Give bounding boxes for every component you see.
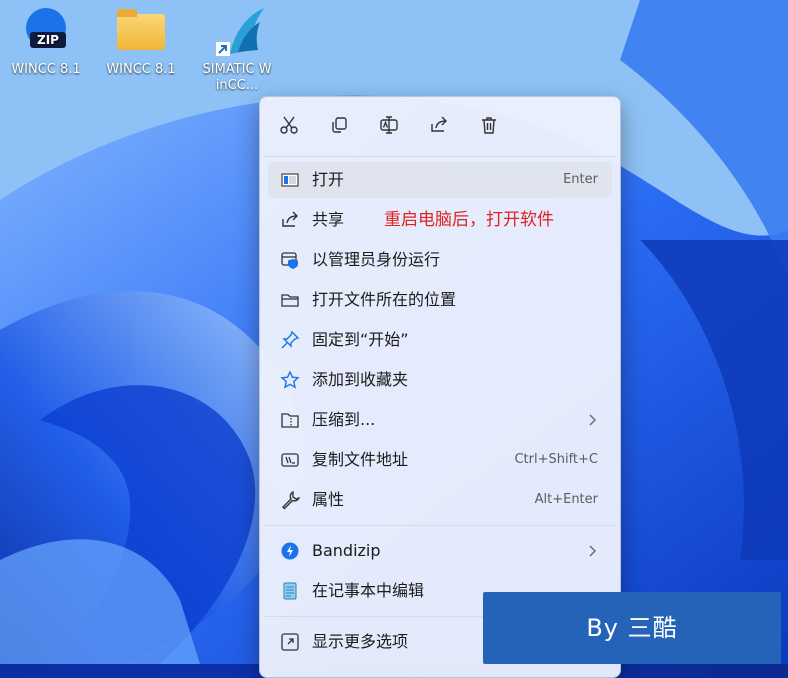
menu-item-label: 共享 (312, 210, 345, 229)
copy-button[interactable] (327, 113, 351, 137)
folder-icon (113, 6, 169, 58)
menu-item-bandizip[interactable]: Bandizip (268, 533, 612, 569)
star-icon (280, 370, 300, 390)
desktop-icon-label: SIMATIC WinCC... (202, 62, 272, 93)
menu-item-label: 以管理员身份运行 (312, 250, 441, 269)
chevron-right-icon (589, 414, 596, 426)
context-menu: 打开 Enter 共享 以管理员身份运行 打开文件所在的位置 固定到“开始” 添… (259, 96, 621, 678)
admin-shield-icon (280, 250, 300, 270)
delete-icon (482, 117, 496, 134)
menu-item-label: 压缩到... (312, 410, 376, 429)
red-annotation-text: 重启电脑后，打开软件 (384, 210, 554, 230)
menu-separator (264, 156, 616, 157)
menu-item-shortcut: Ctrl+Shift+C (514, 452, 598, 467)
menu-item-compress-to[interactable]: 压缩到... (268, 402, 612, 438)
menu-item-shortcut: Alt+Enter (534, 492, 598, 507)
menu-item-label: 显示更多选项 (312, 632, 409, 651)
open-icon (280, 170, 300, 190)
menu-item-properties[interactable]: 属性 Alt+Enter (268, 482, 612, 518)
watermark-banner: By 三酷 (483, 592, 781, 664)
folder-icon (280, 290, 300, 310)
menu-item-label: 复制文件地址 (312, 450, 409, 469)
menu-item-label: 在记事本中编辑 (312, 581, 425, 600)
menu-item-add-to-favorites[interactable]: 添加到收藏夹 (268, 362, 612, 398)
bandizip-icon (280, 541, 300, 561)
share-icon (431, 116, 447, 132)
share-icon (280, 210, 300, 230)
menu-item-label: 打开 (312, 170, 345, 189)
menu-item-label: 打开文件所在的位置 (312, 290, 457, 309)
share-button[interactable] (427, 113, 451, 137)
zip-folder-icon (280, 410, 300, 430)
menu-item-label: 属性 (312, 490, 345, 509)
menu-item-label: 固定到“开始” (312, 330, 409, 349)
desktop-icon-wincc-folder[interactable]: WINCC 8.1 (99, 6, 183, 78)
simatic-wincc-icon (210, 6, 266, 58)
desktop-icon-simatic-wincc[interactable]: SIMATIC WinCC... (196, 6, 280, 94)
wrench-icon (280, 490, 300, 510)
desktop-icon-wincc-zip[interactable]: ZIP WINCC 8.1 (4, 6, 88, 78)
menu-item-pin-to-start[interactable]: 固定到“开始” (268, 322, 612, 358)
menu-item-label: Bandizip (312, 541, 381, 560)
menu-separator (264, 525, 616, 526)
copy-path-icon (280, 450, 300, 470)
menu-item-label: 添加到收藏夹 (312, 370, 409, 389)
menu-item-copy-file-path[interactable]: 复制文件地址 Ctrl+Shift+C (268, 442, 612, 478)
menu-item-shortcut: Enter (563, 172, 598, 187)
copy-icon (332, 117, 347, 133)
desktop-icon-label: WINCC 8.1 (11, 62, 81, 77)
menu-item-open-file-location[interactable]: 打开文件所在的位置 (268, 282, 612, 318)
menu-item-open[interactable]: 打开 Enter (268, 162, 612, 198)
more-options-icon (280, 632, 300, 652)
zip-archive-icon: ZIP (18, 6, 74, 58)
chevron-right-icon (589, 545, 596, 557)
rename-button[interactable] (377, 113, 401, 137)
rename-icon (380, 116, 398, 134)
delete-button[interactable] (477, 113, 501, 137)
context-menu-toolbar (260, 97, 620, 155)
desktop-icon-label: WINCC 8.1 (106, 62, 176, 77)
pin-icon (280, 330, 300, 350)
cut-icon (280, 116, 298, 134)
cut-button[interactable] (277, 113, 301, 137)
notepad-icon (280, 581, 300, 601)
menu-item-run-as-admin[interactable]: 以管理员身份运行 (268, 242, 612, 278)
